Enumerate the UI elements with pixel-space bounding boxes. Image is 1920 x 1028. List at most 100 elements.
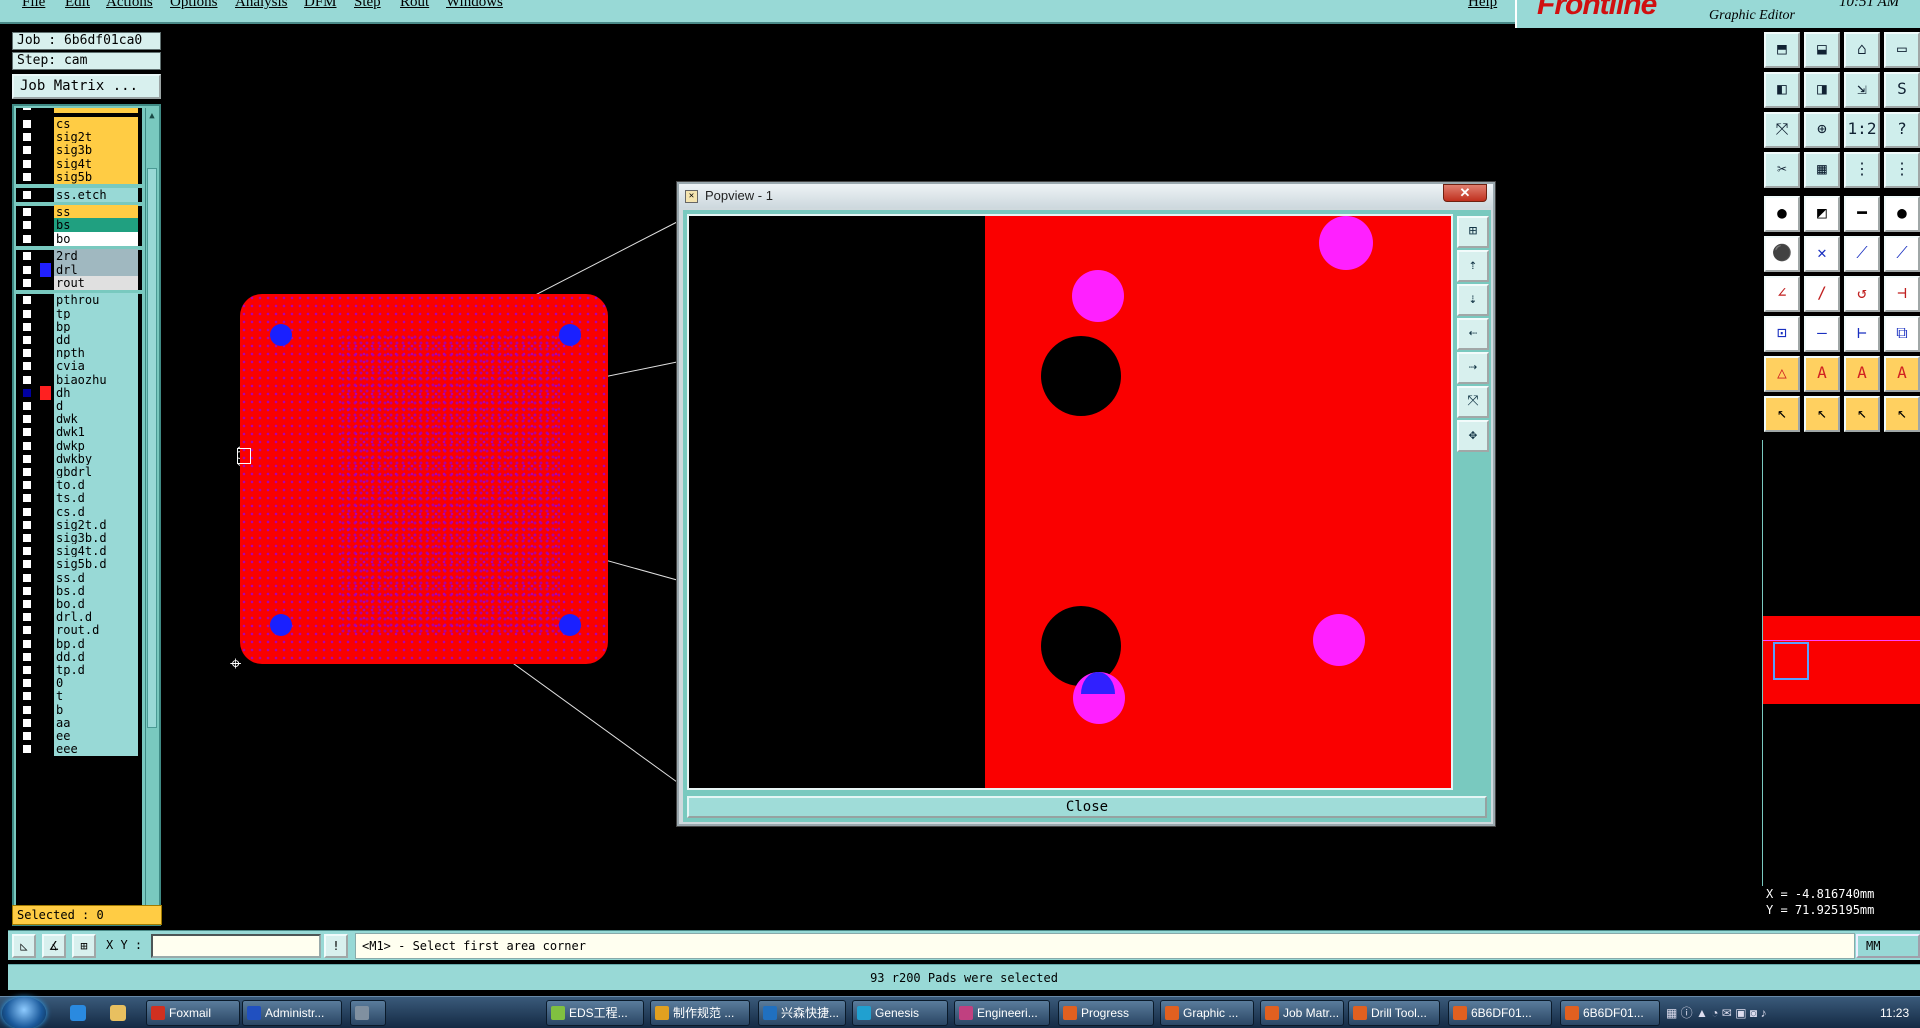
overview-view-box[interactable] <box>1773 642 1809 680</box>
popview-close-x-button[interactable]: ✕ <box>1443 184 1487 202</box>
layer-checkbox[interactable] <box>22 731 32 741</box>
layer-checkbox[interactable] <box>22 546 32 557</box>
zoom-window-icon[interactable]: ⌂ <box>1844 32 1880 68</box>
layer-row-ss-etch[interactable]: ss.etch <box>16 187 142 203</box>
zoom-home-icon[interactable]: ⬒ <box>1764 32 1800 68</box>
select-area-icon[interactable]: ↖ <box>1844 396 1880 432</box>
taskbar-item[interactable]: Job Matr... <box>1260 1000 1344 1026</box>
layer-checkbox[interactable] <box>22 585 32 596</box>
layer-checkbox[interactable] <box>22 453 32 464</box>
layer-checkbox[interactable] <box>22 374 32 385</box>
layer-checkbox[interactable] <box>22 189 32 200</box>
layer-checkbox[interactable] <box>22 625 32 636</box>
popview-tool-zoom-icon[interactable]: ⊞ <box>1457 216 1489 248</box>
layer-checkbox[interactable] <box>22 440 32 451</box>
layer-checkbox[interactable] <box>22 533 32 543</box>
layer-checkbox[interactable] <box>22 717 32 728</box>
zoom-in-icon[interactable]: ⬓ <box>1804 32 1840 68</box>
taskbar-item[interactable]: Foxmail <box>146 1000 240 1026</box>
taskbar-item[interactable]: 制作规范 ... <box>650 1000 750 1026</box>
text-c-icon[interactable]: A <box>1884 356 1920 392</box>
dimension-icon[interactable]: ⊢ <box>1844 316 1880 352</box>
cut-icon[interactable]: ✂ <box>1764 152 1800 188</box>
align-icon[interactable]: ⊣ <box>1884 276 1920 312</box>
layer-checkbox[interactable] <box>22 691 32 702</box>
arc-icon[interactable]: ⟋ <box>1884 236 1920 272</box>
layer-name[interactable]: bo <box>54 231 138 246</box>
grid-icon[interactable]: ▦ <box>1804 152 1840 188</box>
layer-checkbox[interactable] <box>22 599 32 609</box>
layer-checkbox[interactable] <box>22 361 32 372</box>
layer-checkbox[interactable] <box>22 427 32 438</box>
layer-row-bo[interactable]: bo <box>16 231 142 247</box>
snap-icon[interactable]: S <box>1884 72 1920 108</box>
taskbar-item[interactable]: Genesis <box>852 1000 948 1026</box>
layer-checkbox[interactable] <box>22 704 32 715</box>
layer-row-rout[interactable]: rout <box>16 275 142 291</box>
taskbar-item[interactable]: Engineeri... <box>954 1000 1050 1026</box>
layer-name[interactable]: rout <box>54 275 138 290</box>
taskbar-item[interactable]: 兴森快捷... <box>758 1000 846 1026</box>
layer-row-eee[interactable]: eee <box>16 741 142 757</box>
scroll-thumb[interactable] <box>147 168 157 728</box>
measure2-icon[interactable]: ⋮ <box>1884 152 1920 188</box>
text-a-icon[interactable]: A <box>1804 356 1840 392</box>
line-icon[interactable]: ⟋ <box>1844 236 1880 272</box>
scroll-up-icon[interactable]: ▲ <box>147 110 157 122</box>
taskbar-item[interactable]: Drill Tool... <box>1348 1000 1440 1026</box>
redraw-icon[interactable]: ⇲ <box>1844 72 1880 108</box>
layer-checkbox[interactable] <box>22 251 32 262</box>
popview-tool-left-icon[interactable]: ⇠ <box>1457 318 1489 350</box>
layer-checkbox[interactable] <box>22 467 32 477</box>
menu-analysis[interactable]: Analysis <box>235 0 288 11</box>
layer-checkbox[interactable] <box>22 559 32 570</box>
layer-checkbox[interactable] <box>22 207 32 218</box>
ie-icon[interactable] <box>70 1005 86 1021</box>
feature-select-icon[interactable]: ⚫ <box>1764 236 1800 272</box>
layer-checkbox[interactable] <box>22 493 32 504</box>
layer-checkbox[interactable] <box>22 612 32 623</box>
menu-edit[interactable]: Edit <box>65 0 90 11</box>
explorer-icon[interactable] <box>110 1005 126 1021</box>
taskbar-item[interactable]: EDS工程... <box>546 1000 644 1026</box>
layer-checkbox[interactable] <box>22 665 32 675</box>
angle-icon[interactable]: ∠ <box>1764 276 1800 312</box>
layer-checkbox[interactable] <box>22 119 32 129</box>
zoom-extra-icon[interactable]: ▭ <box>1884 32 1920 68</box>
layer-checkbox[interactable] <box>22 264 32 275</box>
menu-help[interactable]: Help <box>1468 0 1497 11</box>
layer-checkbox[interactable] <box>22 519 32 530</box>
pan-right-icon[interactable]: ◨ <box>1804 72 1840 108</box>
layer-checkbox[interactable] <box>22 480 32 491</box>
pcb-board[interactable] <box>240 294 608 664</box>
layer-checkbox[interactable] <box>22 651 32 662</box>
layer-scrollbar[interactable]: ▲ ▼ <box>145 108 157 924</box>
layer-checkbox[interactable] <box>22 158 32 169</box>
menu-options[interactable]: Options <box>170 0 218 11</box>
snap-mode-icon[interactable]: ◺ <box>12 934 36 958</box>
popview-tool-up-icon[interactable]: ⇡ <box>1457 250 1489 282</box>
start-button[interactable] <box>2 997 46 1028</box>
center-icon[interactable]: ⊕ <box>1804 112 1840 148</box>
menu-file[interactable]: File <box>22 0 45 11</box>
taskbar-item[interactable] <box>350 1000 386 1026</box>
line-edit-icon[interactable]: — <box>1804 316 1840 352</box>
add-text-icon[interactable]: ━ <box>1844 196 1880 232</box>
unit-selector[interactable]: MM <box>1856 934 1920 958</box>
popview-canvas[interactable] <box>687 214 1453 790</box>
layer-checkbox[interactable] <box>22 277 32 288</box>
layer-checkbox[interactable] <box>22 414 32 425</box>
layer-checkbox[interactable] <box>22 335 32 345</box>
popview-tool-right-icon[interactable]: ⇢ <box>1457 352 1489 384</box>
taskbar-item[interactable]: Administr... <box>242 1000 342 1026</box>
info-icon[interactable]: ! <box>324 934 348 958</box>
layer-checkbox[interactable] <box>22 220 32 231</box>
menu-dfm[interactable]: DFM <box>304 0 337 11</box>
add-round-icon[interactable]: ● <box>1884 196 1920 232</box>
popview-tool-fit-icon[interactable]: ⤧ <box>1457 386 1489 418</box>
layer-row[interactable] <box>16 108 142 114</box>
xy-input[interactable] <box>151 934 321 958</box>
delete-icon[interactable]: ✕ <box>1804 236 1840 272</box>
layer-checkbox[interactable] <box>22 171 32 182</box>
menu-rout[interactable]: Rout <box>400 0 429 11</box>
